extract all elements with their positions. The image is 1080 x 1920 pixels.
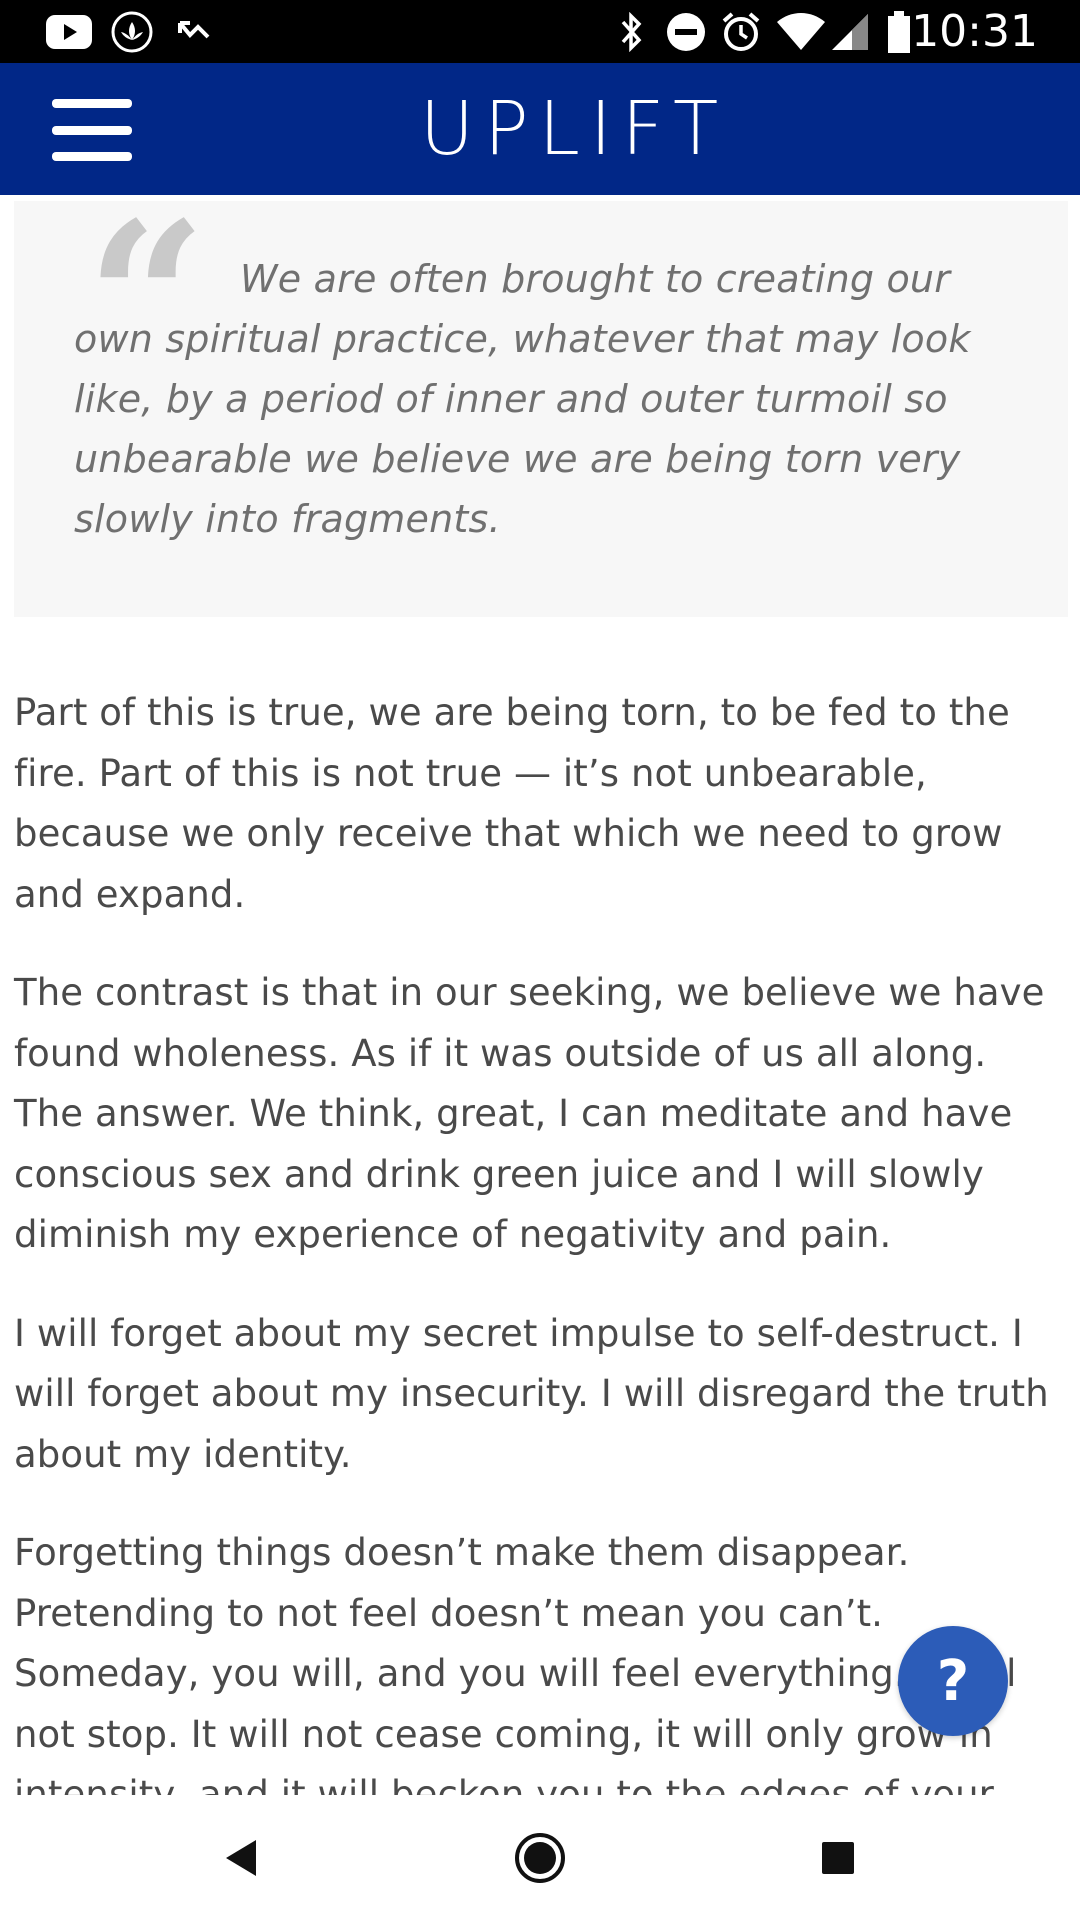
app-title[interactable]: UPLIFT <box>0 63 1080 195</box>
alarm-icon <box>718 0 764 63</box>
quote-text: We are often brought to creating our own… <box>74 257 971 541</box>
article-content: “ We are often brought to creating our o… <box>0 195 1080 1795</box>
status-bar: 10:31 <box>0 0 1080 63</box>
status-time: 10:31 <box>911 6 1038 57</box>
back-icon[interactable] <box>182 1795 302 1920</box>
battery-icon <box>884 0 914 63</box>
bluetooth-icon <box>614 0 650 63</box>
wifi-icon <box>774 0 828 63</box>
lotus-icon <box>108 0 156 63</box>
app-header: UPLIFT <box>0 63 1080 195</box>
youtube-icon <box>44 0 94 63</box>
do-not-disturb-icon <box>664 0 708 63</box>
paragraph: Part of this is true, we are being torn,… <box>14 691 1010 916</box>
paragraph: The contrast is that in our seeking, we … <box>14 971 1045 1256</box>
article-body: Part of this is true, we are being torn,… <box>14 683 1064 1795</box>
help-button[interactable]: ? <box>898 1626 1008 1736</box>
cell-signal-icon <box>828 0 872 63</box>
navigation-bar <box>0 1795 1080 1920</box>
missed-call-icon <box>172 0 216 63</box>
paragraph: I will forget about my secret impulse to… <box>14 1311 1049 1476</box>
recents-icon[interactable] <box>778 1795 898 1920</box>
blockquote: “ We are often brought to creating our o… <box>14 195 1068 617</box>
home-icon[interactable] <box>480 1795 600 1920</box>
